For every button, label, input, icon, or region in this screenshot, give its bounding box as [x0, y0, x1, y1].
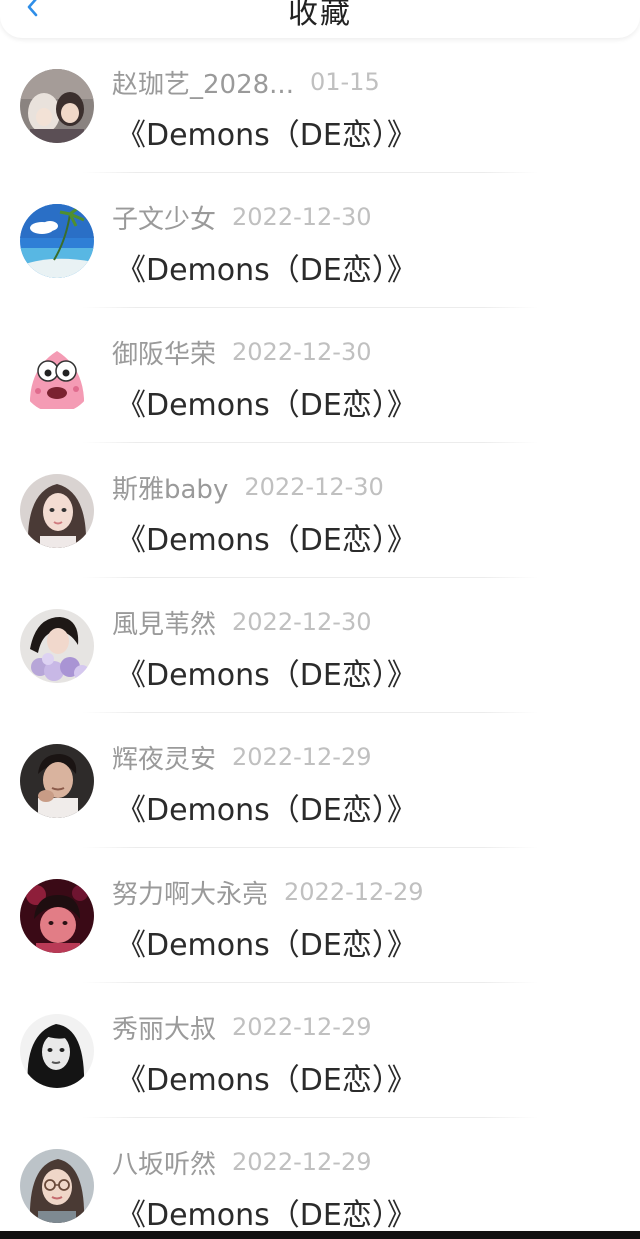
list-item[interactable]: 努力啊大永亮 2022-12-29 《Demons（DE恋）》: [0, 848, 640, 983]
list-item[interactable]: 御阪华荣 2022-12-30 《Demons（DE恋）》: [0, 308, 640, 443]
avatar[interactable]: [20, 339, 94, 413]
date: 2022-12-29: [232, 743, 372, 771]
favorite-title[interactable]: 《Demons（DE恋）》: [116, 1190, 417, 1234]
avatar[interactable]: [20, 879, 94, 953]
favorite-title[interactable]: 《Demons（DE恋）》: [116, 245, 417, 289]
username[interactable]: 努力啊大永亮: [112, 874, 268, 911]
avatar[interactable]: [20, 474, 94, 548]
list-item[interactable]: 八坂听然 2022-12-29 《Demons（DE恋）》: [0, 1118, 640, 1239]
username[interactable]: 赵珈艺_2028...: [112, 64, 294, 101]
favorites-list: 赵珈艺_2028... 01-15 《Demons（DE恋）》 子文少女 202…: [0, 38, 640, 1239]
system-bottom-bar: [0, 1231, 640, 1239]
username[interactable]: 秀丽大叔: [112, 1009, 216, 1046]
date: 2022-12-29: [284, 878, 424, 906]
avatar[interactable]: [20, 609, 94, 683]
username[interactable]: 子文少女: [112, 199, 216, 236]
date: 01-15: [309, 68, 380, 96]
date: 2022-12-30: [232, 608, 372, 636]
date: 2022-12-30: [244, 473, 384, 501]
list-item[interactable]: 赵珈艺_2028... 01-15 《Demons（DE恋）》: [0, 38, 640, 173]
list-item[interactable]: 風見苇然 2022-12-30 《Demons（DE恋）》: [0, 578, 640, 713]
username[interactable]: 斯雅baby: [112, 469, 228, 506]
avatar[interactable]: [20, 1014, 94, 1088]
date: 2022-12-29: [232, 1148, 372, 1176]
date: 2022-12-30: [232, 338, 372, 366]
avatar[interactable]: [20, 69, 94, 143]
favorite-title[interactable]: 《Demons（DE恋）》: [116, 1055, 417, 1099]
date: 2022-12-30: [232, 203, 372, 231]
favorite-title[interactable]: 《Demons（DE恋）》: [116, 785, 417, 829]
favorite-title[interactable]: 《Demons（DE恋）》: [116, 110, 417, 154]
favorite-title[interactable]: 《Demons（DE恋）》: [116, 920, 417, 964]
list-item[interactable]: 斯雅baby 2022-12-30 《Demons（DE恋）》: [0, 443, 640, 578]
favorite-title[interactable]: 《Demons（DE恋）》: [116, 515, 417, 559]
username[interactable]: 辉夜灵安: [112, 739, 216, 776]
top-nav-bar: 收藏: [0, 0, 640, 38]
avatar[interactable]: [20, 204, 94, 278]
username[interactable]: 風見苇然: [112, 604, 216, 641]
favorite-title[interactable]: 《Demons（DE恋）》: [116, 650, 417, 694]
avatar[interactable]: [20, 744, 94, 818]
date: 2022-12-29: [232, 1013, 372, 1041]
list-item[interactable]: 秀丽大叔 2022-12-29 《Demons（DE恋）》: [0, 983, 640, 1118]
list-item[interactable]: 辉夜灵安 2022-12-29 《Demons（DE恋）》: [0, 713, 640, 848]
favorite-title[interactable]: 《Demons（DE恋）》: [116, 380, 417, 424]
username[interactable]: 八坂听然: [112, 1144, 216, 1181]
favorites-screen: 收藏 赵珈艺_2028... 01-15 《Demons（DE恋）》 子文少女 …: [0, 0, 640, 1239]
avatar[interactable]: [20, 1149, 94, 1223]
list-item[interactable]: 子文少女 2022-12-30 《Demons（DE恋）》: [0, 173, 640, 308]
page-title: 收藏: [288, 0, 352, 31]
username[interactable]: 御阪华荣: [112, 334, 216, 371]
